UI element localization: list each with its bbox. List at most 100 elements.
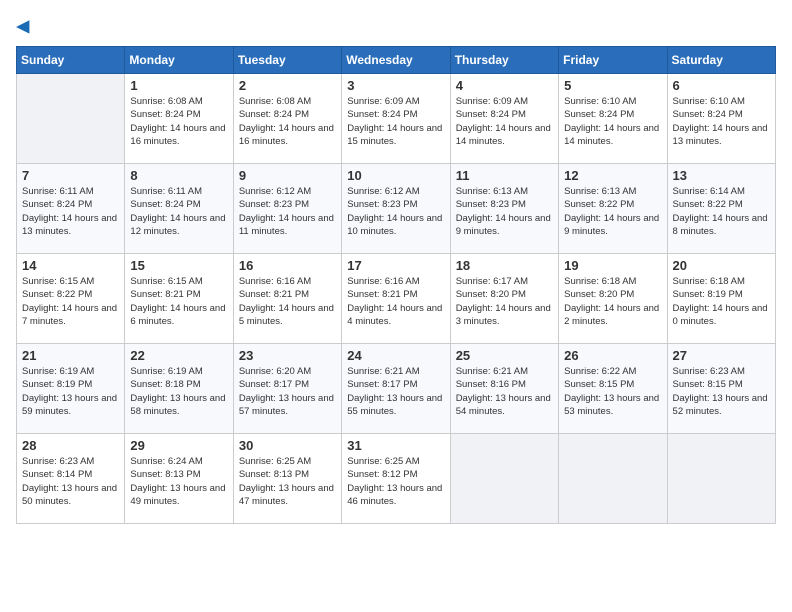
- logo-icon: ◀: [16, 16, 38, 38]
- day-info: Sunrise: 6:18 AMSunset: 8:19 PMDaylight:…: [673, 275, 770, 328]
- calendar-cell: 14Sunrise: 6:15 AMSunset: 8:22 PMDayligh…: [17, 254, 125, 344]
- calendar-week-row: 28 Sunrise: 6:23 AMSunset: 8:14 PMDayligh…: [17, 434, 776, 524]
- day-info: Sunrise: 6:13 AMSunset: 8:22 PMDaylight:…: [564, 185, 661, 238]
- day-number: 16: [239, 258, 336, 273]
- calendar-cell: 19Sunrise: 6:18 AMSunset: 8:20 PMDayligh…: [559, 254, 667, 344]
- calendar-header-friday: Friday: [559, 47, 667, 74]
- calendar-cell: 18 Sunrise: 6:17 AMSunset: 8:20 PMDayligh…: [450, 254, 558, 344]
- page-header: ◀: [16, 16, 776, 38]
- calendar-cell: 5 Sunrise: 6:10 AMSunset: 8:24 PMDaylight…: [559, 74, 667, 164]
- day-number: 11: [456, 168, 553, 183]
- day-number: 18: [456, 258, 553, 273]
- day-number: 6: [673, 78, 770, 93]
- day-number: 3: [347, 78, 444, 93]
- calendar-cell: 29 Sunrise: 6:24 AMSunset: 8:13 PMDayligh…: [125, 434, 233, 524]
- calendar-header-thursday: Thursday: [450, 47, 558, 74]
- logo: ◀: [16, 16, 42, 38]
- calendar-cell: 28 Sunrise: 6:23 AMSunset: 8:14 PMDayligh…: [17, 434, 125, 524]
- day-info: Sunrise: 6:21 AMSunset: 8:17 PMDaylight:…: [347, 365, 444, 418]
- day-info: Sunrise: 6:17 AMSunset: 8:20 PMDaylight:…: [456, 275, 553, 328]
- calendar-cell: 12 Sunrise: 6:13 AMSunset: 8:22 PMDayligh…: [559, 164, 667, 254]
- calendar-cell: [559, 434, 667, 524]
- day-info: Sunrise: 6:22 AMSunset: 8:15 PMDaylight:…: [564, 365, 661, 418]
- day-number: 31: [347, 438, 444, 453]
- calendar-cell: 23Sunrise: 6:20 AMSunset: 8:17 PMDayligh…: [233, 344, 341, 434]
- calendar-cell: 31 Sunrise: 6:25 AMSunset: 8:12 PMDayligh…: [342, 434, 450, 524]
- calendar-cell: 16 Sunrise: 6:16 AMSunset: 8:21 PMDayligh…: [233, 254, 341, 344]
- calendar-header-sunday: Sunday: [17, 47, 125, 74]
- calendar-cell: 13 Sunrise: 6:14 AMSunset: 8:22 PMDayligh…: [667, 164, 775, 254]
- day-number: 5: [564, 78, 661, 93]
- day-info: Sunrise: 6:08 AMSunset: 8:24 PMDaylight:…: [239, 95, 336, 148]
- calendar-cell: [667, 434, 775, 524]
- day-number: 24: [347, 348, 444, 363]
- day-number: 27: [673, 348, 770, 363]
- day-info: Sunrise: 6:19 AMSunset: 8:19 PMDaylight:…: [22, 365, 119, 418]
- calendar-cell: 21 Sunrise: 6:19 AMSunset: 8:19 PMDayligh…: [17, 344, 125, 434]
- day-info: Sunrise: 6:15 AMSunset: 8:22 PMDaylight:…: [22, 275, 119, 328]
- day-number: 17: [347, 258, 444, 273]
- calendar-week-row: 14Sunrise: 6:15 AMSunset: 8:22 PMDayligh…: [17, 254, 776, 344]
- day-number: 28: [22, 438, 119, 453]
- day-info: Sunrise: 6:12 AMSunset: 8:23 PMDaylight:…: [347, 185, 444, 238]
- svg-text:◀: ◀: [16, 16, 30, 36]
- calendar-cell: [17, 74, 125, 164]
- day-number: 29: [130, 438, 227, 453]
- day-number: 4: [456, 78, 553, 93]
- day-info: Sunrise: 6:11 AMSunset: 8:24 PMDaylight:…: [130, 185, 227, 238]
- day-info: Sunrise: 6:16 AMSunset: 8:21 PMDaylight:…: [239, 275, 336, 328]
- day-info: Sunrise: 6:14 AMSunset: 8:22 PMDaylight:…: [673, 185, 770, 238]
- day-info: Sunrise: 6:08 AMSunset: 8:24 PMDaylight:…: [130, 95, 227, 148]
- day-number: 30: [239, 438, 336, 453]
- calendar-cell: 15 Sunrise: 6:15 AMSunset: 8:21 PMDayligh…: [125, 254, 233, 344]
- calendar-table: SundayMondayTuesdayWednesdayThursdayFrid…: [16, 46, 776, 524]
- day-number: 15: [130, 258, 227, 273]
- day-number: 23: [239, 348, 336, 363]
- calendar-cell: 9Sunrise: 6:12 AMSunset: 8:23 PMDaylight…: [233, 164, 341, 254]
- day-info: Sunrise: 6:23 AMSunset: 8:14 PMDaylight:…: [22, 455, 119, 508]
- day-info: Sunrise: 6:09 AMSunset: 8:24 PMDaylight:…: [456, 95, 553, 148]
- calendar-week-row: 1 Sunrise: 6:08 AMSunset: 8:24 PMDaylight…: [17, 74, 776, 164]
- day-number: 7: [22, 168, 119, 183]
- calendar-cell: 7 Sunrise: 6:11 AMSunset: 8:24 PMDaylight…: [17, 164, 125, 254]
- calendar-week-row: 21 Sunrise: 6:19 AMSunset: 8:19 PMDayligh…: [17, 344, 776, 434]
- day-number: 19: [564, 258, 661, 273]
- day-number: 20: [673, 258, 770, 273]
- calendar-header-row: SundayMondayTuesdayWednesdayThursdayFrid…: [17, 47, 776, 74]
- calendar-cell: 1 Sunrise: 6:08 AMSunset: 8:24 PMDaylight…: [125, 74, 233, 164]
- calendar-cell: 30 Sunrise: 6:25 AMSunset: 8:13 PMDayligh…: [233, 434, 341, 524]
- calendar-header-wednesday: Wednesday: [342, 47, 450, 74]
- calendar-header-monday: Monday: [125, 47, 233, 74]
- day-number: 10: [347, 168, 444, 183]
- day-info: Sunrise: 6:10 AMSunset: 8:24 PMDaylight:…: [564, 95, 661, 148]
- day-number: 26: [564, 348, 661, 363]
- calendar-cell: 10 Sunrise: 6:12 AMSunset: 8:23 PMDayligh…: [342, 164, 450, 254]
- day-number: 12: [564, 168, 661, 183]
- calendar-cell: 25Sunrise: 6:21 AMSunset: 8:16 PMDayligh…: [450, 344, 558, 434]
- day-info: Sunrise: 6:19 AMSunset: 8:18 PMDaylight:…: [130, 365, 227, 418]
- day-number: 1: [130, 78, 227, 93]
- day-info: Sunrise: 6:23 AMSunset: 8:15 PMDaylight:…: [673, 365, 770, 418]
- calendar-cell: 8 Sunrise: 6:11 AMSunset: 8:24 PMDaylight…: [125, 164, 233, 254]
- calendar-header-tuesday: Tuesday: [233, 47, 341, 74]
- day-info: Sunrise: 6:25 AMSunset: 8:13 PMDaylight:…: [239, 455, 336, 508]
- day-number: 21: [22, 348, 119, 363]
- day-number: 2: [239, 78, 336, 93]
- day-info: Sunrise: 6:11 AMSunset: 8:24 PMDaylight:…: [22, 185, 119, 238]
- calendar-cell: 3Sunrise: 6:09 AMSunset: 8:24 PMDaylight…: [342, 74, 450, 164]
- day-info: Sunrise: 6:16 AMSunset: 8:21 PMDaylight:…: [347, 275, 444, 328]
- day-info: Sunrise: 6:15 AMSunset: 8:21 PMDaylight:…: [130, 275, 227, 328]
- calendar-cell: [450, 434, 558, 524]
- day-info: Sunrise: 6:10 AMSunset: 8:24 PMDaylight:…: [673, 95, 770, 148]
- calendar-cell: 4 Sunrise: 6:09 AMSunset: 8:24 PMDaylight…: [450, 74, 558, 164]
- calendar-header-saturday: Saturday: [667, 47, 775, 74]
- day-number: 25: [456, 348, 553, 363]
- day-info: Sunrise: 6:13 AMSunset: 8:23 PMDaylight:…: [456, 185, 553, 238]
- day-number: 8: [130, 168, 227, 183]
- calendar-cell: 17 Sunrise: 6:16 AMSunset: 8:21 PMDayligh…: [342, 254, 450, 344]
- calendar-cell: 20 Sunrise: 6:18 AMSunset: 8:19 PMDayligh…: [667, 254, 775, 344]
- day-number: 9: [239, 168, 336, 183]
- day-info: Sunrise: 6:25 AMSunset: 8:12 PMDaylight:…: [347, 455, 444, 508]
- day-info: Sunrise: 6:24 AMSunset: 8:13 PMDaylight:…: [130, 455, 227, 508]
- day-number: 13: [673, 168, 770, 183]
